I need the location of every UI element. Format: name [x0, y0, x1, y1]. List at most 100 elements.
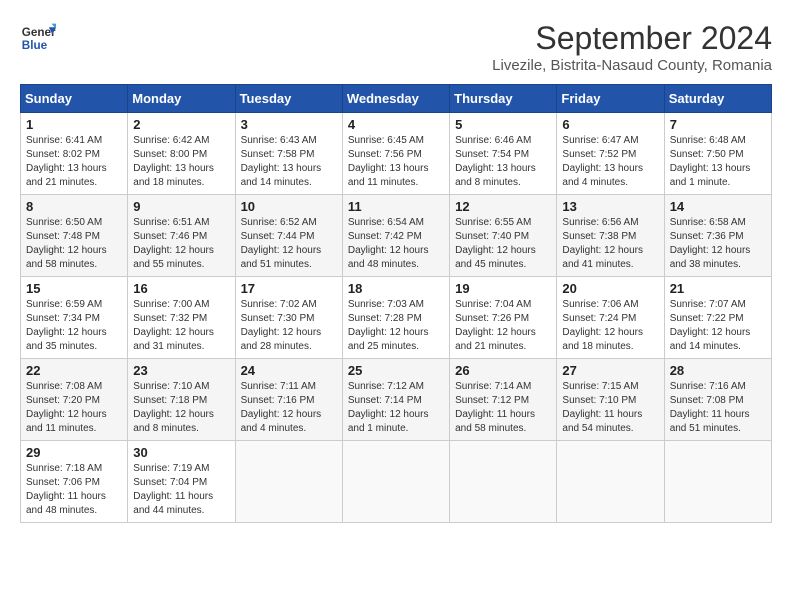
calendar-cell: 16 Sunrise: 7:00 AMSunset: 7:32 PMDayligh…	[128, 277, 235, 359]
day-number: 6	[562, 117, 658, 132]
day-info: Sunrise: 6:52 AMSunset: 7:44 PMDaylight:…	[241, 216, 337, 272]
day-number: 8	[26, 199, 122, 214]
day-number: 2	[133, 117, 229, 132]
day-info: Sunrise: 7:06 AMSunset: 7:24 PMDaylight:…	[562, 298, 658, 354]
day-number: 16	[133, 281, 229, 296]
day-info: Sunrise: 6:47 AMSunset: 7:52 PMDaylight:…	[562, 134, 658, 190]
calendar-week-row: 8 Sunrise: 6:50 AMSunset: 7:48 PMDaylight…	[21, 195, 772, 277]
day-info: Sunrise: 6:54 AMSunset: 7:42 PMDaylight:…	[348, 216, 444, 272]
day-number: 11	[348, 199, 444, 214]
calendar-cell: 15Sunrise: 6:59 AMSunset: 7:34 PMDayligh…	[21, 277, 128, 359]
day-number: 29	[26, 445, 122, 460]
day-number: 18	[348, 281, 444, 296]
calendar-cell: 13 Sunrise: 6:56 AMSunset: 7:38 PMDayligh…	[557, 195, 664, 277]
calendar-week-row: 15Sunrise: 6:59 AMSunset: 7:34 PMDayligh…	[21, 277, 772, 359]
day-info: Sunrise: 6:45 AMSunset: 7:56 PMDaylight:…	[348, 134, 444, 190]
page-header: General Blue September 2024 Livezile, Bi…	[20, 20, 772, 74]
day-number: 15	[26, 281, 122, 296]
calendar-cell: 6 Sunrise: 6:47 AMSunset: 7:52 PMDaylight…	[557, 113, 664, 195]
calendar-cell: 26 Sunrise: 7:14 AMSunset: 7:12 PMDayligh…	[450, 359, 557, 441]
day-number: 9	[133, 199, 229, 214]
day-number: 1	[26, 117, 122, 132]
day-number: 23	[133, 363, 229, 378]
calendar-cell: 21 Sunrise: 7:07 AMSunset: 7:22 PMDayligh…	[664, 277, 771, 359]
svg-text:Blue: Blue	[22, 39, 48, 52]
month-title: September 2024	[492, 20, 772, 57]
day-number: 30	[133, 445, 229, 460]
day-number: 3	[241, 117, 337, 132]
day-info: Sunrise: 7:08 AMSunset: 7:20 PMDaylight:…	[26, 380, 122, 436]
calendar-cell: 25 Sunrise: 7:12 AMSunset: 7:14 PMDayligh…	[342, 359, 449, 441]
calendar-cell: 12 Sunrise: 6:55 AMSunset: 7:40 PMDayligh…	[450, 195, 557, 277]
calendar-week-row: 1Sunrise: 6:41 AMSunset: 8:02 PMDaylight…	[21, 113, 772, 195]
calendar-cell: 18 Sunrise: 7:03 AMSunset: 7:28 PMDayligh…	[342, 277, 449, 359]
logo: General Blue	[20, 20, 56, 56]
calendar-week-row: 22Sunrise: 7:08 AMSunset: 7:20 PMDayligh…	[21, 359, 772, 441]
calendar-cell: 11 Sunrise: 6:54 AMSunset: 7:42 PMDayligh…	[342, 195, 449, 277]
calendar-cell: 2 Sunrise: 6:42 AMSunset: 8:00 PMDaylight…	[128, 113, 235, 195]
calendar-cell: 28 Sunrise: 7:16 AMSunset: 7:08 PMDayligh…	[664, 359, 771, 441]
calendar-cell: 14 Sunrise: 6:58 AMSunset: 7:36 PMDayligh…	[664, 195, 771, 277]
calendar-cell: 5 Sunrise: 6:46 AMSunset: 7:54 PMDaylight…	[450, 113, 557, 195]
day-info: Sunrise: 7:07 AMSunset: 7:22 PMDaylight:…	[670, 298, 766, 354]
calendar-cell: 19Sunrise: 7:04 AMSunset: 7:26 PMDayligh…	[450, 277, 557, 359]
calendar-cell: 3 Sunrise: 6:43 AMSunset: 7:58 PMDaylight…	[235, 113, 342, 195]
day-number: 28	[670, 363, 766, 378]
day-info: Sunrise: 6:50 AMSunset: 7:48 PMDaylight:…	[26, 216, 122, 272]
calendar-table: SundayMondayTuesdayWednesdayThursdayFrid…	[20, 84, 772, 523]
calendar-cell: 30 Sunrise: 7:19 AMSunset: 7:04 PMDayligh…	[128, 441, 235, 523]
calendar-cell: 23 Sunrise: 7:10 AMSunset: 7:18 PMDayligh…	[128, 359, 235, 441]
day-info: Sunrise: 6:48 AMSunset: 7:50 PMDaylight:…	[670, 134, 766, 190]
calendar-day-header: Tuesday	[235, 85, 342, 113]
day-info: Sunrise: 7:16 AMSunset: 7:08 PMDaylight:…	[670, 380, 766, 436]
calendar-cell	[235, 441, 342, 523]
calendar-cell: 4 Sunrise: 6:45 AMSunset: 7:56 PMDaylight…	[342, 113, 449, 195]
calendar-day-header: Friday	[557, 85, 664, 113]
day-info: Sunrise: 7:19 AMSunset: 7:04 PMDaylight:…	[133, 462, 229, 518]
day-info: Sunrise: 6:58 AMSunset: 7:36 PMDaylight:…	[670, 216, 766, 272]
calendar-cell	[557, 441, 664, 523]
day-info: Sunrise: 6:55 AMSunset: 7:40 PMDaylight:…	[455, 216, 551, 272]
title-area: September 2024 Livezile, Bistrita-Nasaud…	[492, 20, 772, 74]
day-info: Sunrise: 7:10 AMSunset: 7:18 PMDaylight:…	[133, 380, 229, 436]
day-info: Sunrise: 6:42 AMSunset: 8:00 PMDaylight:…	[133, 134, 229, 190]
calendar-cell	[342, 441, 449, 523]
calendar-day-header: Sunday	[21, 85, 128, 113]
day-number: 5	[455, 117, 551, 132]
logo-icon: General Blue	[20, 20, 56, 56]
day-number: 13	[562, 199, 658, 214]
day-info: Sunrise: 6:46 AMSunset: 7:54 PMDaylight:…	[455, 134, 551, 190]
calendar-cell: 24 Sunrise: 7:11 AMSunset: 7:16 PMDayligh…	[235, 359, 342, 441]
calendar-cell: 8 Sunrise: 6:50 AMSunset: 7:48 PMDaylight…	[21, 195, 128, 277]
day-info: Sunrise: 7:18 AMSunset: 7:06 PMDaylight:…	[26, 462, 122, 518]
calendar-cell: 27Sunrise: 7:15 AMSunset: 7:10 PMDayligh…	[557, 359, 664, 441]
day-number: 21	[670, 281, 766, 296]
calendar-day-header: Monday	[128, 85, 235, 113]
calendar-cell: 1Sunrise: 6:41 AMSunset: 8:02 PMDaylight…	[21, 113, 128, 195]
calendar-cell: 20Sunrise: 7:06 AMSunset: 7:24 PMDayligh…	[557, 277, 664, 359]
day-info: Sunrise: 7:00 AMSunset: 7:32 PMDaylight:…	[133, 298, 229, 354]
day-info: Sunrise: 7:12 AMSunset: 7:14 PMDaylight:…	[348, 380, 444, 436]
day-info: Sunrise: 7:11 AMSunset: 7:16 PMDaylight:…	[241, 380, 337, 436]
day-number: 14	[670, 199, 766, 214]
location-subtitle: Livezile, Bistrita-Nasaud County, Romani…	[492, 57, 772, 74]
calendar-day-header: Thursday	[450, 85, 557, 113]
day-number: 4	[348, 117, 444, 132]
day-number: 12	[455, 199, 551, 214]
calendar-cell	[450, 441, 557, 523]
day-info: Sunrise: 7:03 AMSunset: 7:28 PMDaylight:…	[348, 298, 444, 354]
day-number: 25	[348, 363, 444, 378]
calendar-day-header: Saturday	[664, 85, 771, 113]
day-number: 26	[455, 363, 551, 378]
day-number: 24	[241, 363, 337, 378]
day-number: 10	[241, 199, 337, 214]
day-number: 7	[670, 117, 766, 132]
day-info: Sunrise: 6:56 AMSunset: 7:38 PMDaylight:…	[562, 216, 658, 272]
calendar-cell: 22Sunrise: 7:08 AMSunset: 7:20 PMDayligh…	[21, 359, 128, 441]
day-number: 19	[455, 281, 551, 296]
calendar-cell: 7 Sunrise: 6:48 AMSunset: 7:50 PMDaylight…	[664, 113, 771, 195]
day-info: Sunrise: 7:14 AMSunset: 7:12 PMDaylight:…	[455, 380, 551, 436]
day-number: 17	[241, 281, 337, 296]
day-info: Sunrise: 6:51 AMSunset: 7:46 PMDaylight:…	[133, 216, 229, 272]
day-info: Sunrise: 6:43 AMSunset: 7:58 PMDaylight:…	[241, 134, 337, 190]
